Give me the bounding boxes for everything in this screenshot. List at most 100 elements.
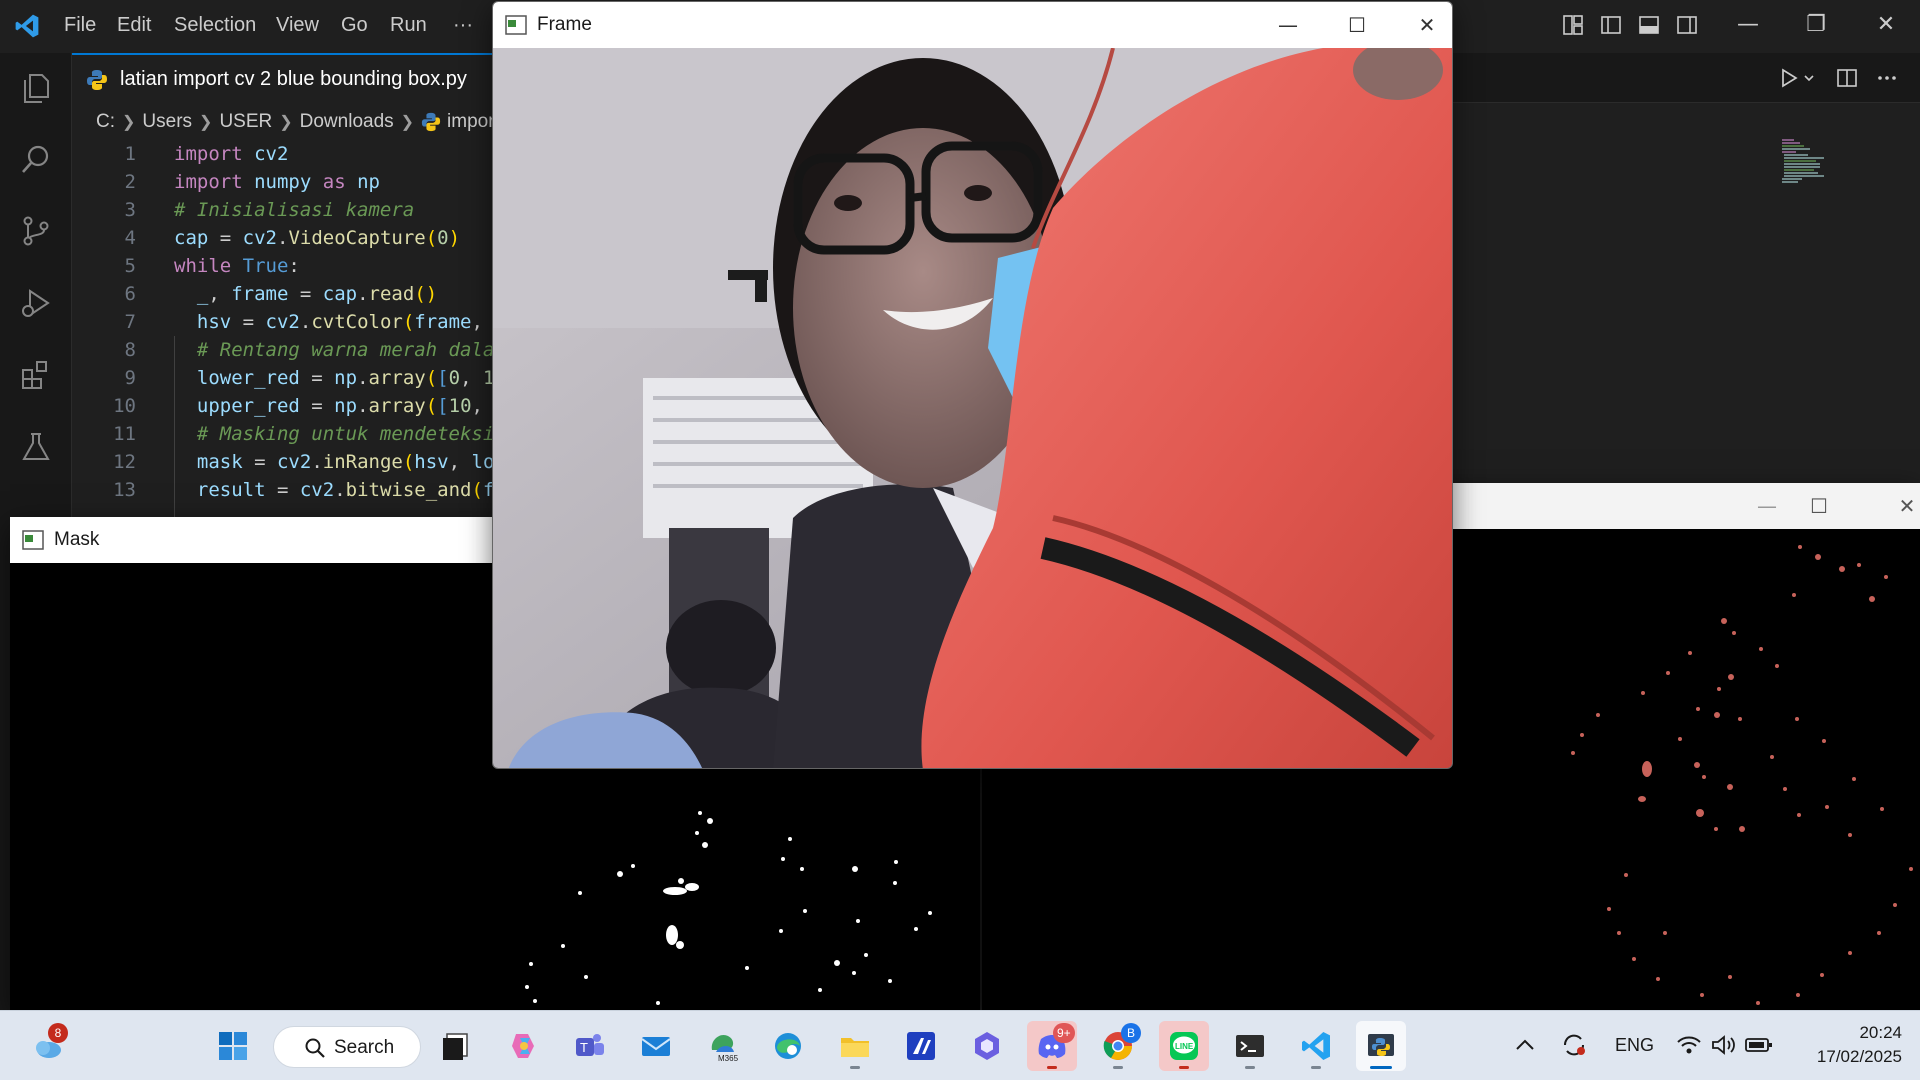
discord-badge: 9+ <box>1053 1023 1075 1043</box>
teams-button[interactable]: T <box>565 1021 615 1071</box>
minimize-icon[interactable]: — <box>1273 10 1303 40</box>
explorer-icon[interactable] <box>18 69 54 105</box>
terminal-icon <box>1236 1035 1264 1057</box>
weather-widget[interactable]: 8 <box>22 1021 72 1071</box>
running-indicator <box>1311 1066 1321 1069</box>
taskbar-search[interactable]: Search <box>273 1026 421 1068</box>
minimize-icon[interactable]: — <box>1752 491 1782 521</box>
mail-button[interactable] <box>631 1021 681 1071</box>
wifi-icon[interactable] <box>1676 1033 1702 1057</box>
vscode-logo-icon <box>15 14 39 38</box>
menu-more[interactable]: ··· <box>453 14 473 37</box>
mail-icon <box>641 1037 671 1056</box>
running-indicator <box>1113 1066 1123 1069</box>
editor-tab[interactable]: latian import cv 2 blue bounding box.py <box>72 53 512 103</box>
run-file-icon[interactable] <box>1778 67 1800 89</box>
chrome-profile-badge: B <box>1121 1023 1141 1043</box>
frame-title-bar[interactable]: Frame — ☐ ✕ <box>493 2 1452 48</box>
window-app-icon <box>22 530 44 550</box>
line-label: LINE <box>1175 1042 1194 1051</box>
copilot-button[interactable] <box>499 1021 549 1071</box>
terminal-button[interactable] <box>1225 1021 1275 1071</box>
file-explorer-icon <box>841 1038 869 1057</box>
line-number: 7 <box>124 311 136 333</box>
extensions-icon[interactable] <box>18 357 54 393</box>
minimize-icon[interactable]: — <box>1733 10 1763 40</box>
menu-run[interactable]: Run <box>390 14 427 37</box>
run-debug-icon[interactable] <box>18 285 54 321</box>
line-number: 13 <box>113 479 136 501</box>
taskbar: 8 Search T M365 9+ B LINE ENG 20:24 17/0… <box>0 1010 1920 1080</box>
svg-text:T: T <box>580 1040 588 1055</box>
line-number: 2 <box>124 171 136 193</box>
menu-selection[interactable]: Selection <box>174 14 256 37</box>
maximize-icon[interactable]: ☐ <box>1804 491 1834 521</box>
close-icon[interactable]: ✕ <box>1892 491 1920 521</box>
breadcrumb-item[interactable]: USER <box>219 111 272 133</box>
breadcrumb-item[interactable]: Downloads <box>300 111 394 133</box>
customize-layout-icon[interactable] <box>1562 14 1584 36</box>
app-icon <box>907 1032 935 1060</box>
line-number: 4 <box>124 227 136 249</box>
window-title: Mask <box>54 529 100 550</box>
m365-icon: M365 <box>711 1034 738 1062</box>
testing-icon[interactable] <box>18 429 54 465</box>
copilot-icon <box>512 1034 534 1058</box>
sync-icon[interactable] <box>1560 1031 1588 1059</box>
menu-edit[interactable]: Edit <box>117 14 151 37</box>
restore-icon[interactable]: ❐ <box>1801 10 1831 40</box>
source-control-icon[interactable] <box>18 213 54 249</box>
search-icon[interactable] <box>18 141 54 177</box>
breadcrumb-item[interactable]: C: <box>96 111 115 133</box>
breadcrumb: C: ❯ Users ❯ USER ❯ Downloads ❯ import <box>96 111 500 139</box>
file-explorer-button[interactable] <box>830 1021 880 1071</box>
maximize-icon[interactable]: ☐ <box>1342 10 1372 40</box>
breadcrumb-item[interactable]: Users <box>142 111 192 133</box>
webcam-frame-image <box>493 48 1452 768</box>
line-number: 6 <box>124 283 136 305</box>
minimap[interactable] <box>1780 137 1840 197</box>
language-indicator[interactable]: ENG <box>1615 1035 1654 1056</box>
frame-window[interactable]: Frame — ☐ ✕ <box>492 1 1453 769</box>
menu-go[interactable]: Go <box>341 14 368 37</box>
toggle-primary-sidebar-icon[interactable] <box>1600 14 1622 36</box>
vscode-button[interactable] <box>1291 1021 1341 1071</box>
battery-icon[interactable] <box>1745 1035 1773 1055</box>
window-title: Frame <box>537 14 592 35</box>
line-button[interactable]: LINE <box>1159 1021 1209 1071</box>
menu-file[interactable]: File <box>64 14 96 37</box>
menu-view[interactable]: View <box>276 14 319 37</box>
chevron-right-icon: ❯ <box>122 114 136 131</box>
running-indicator <box>850 1066 860 1069</box>
app-button[interactable] <box>896 1021 946 1071</box>
start-button[interactable] <box>208 1021 258 1071</box>
close-icon[interactable]: ✕ <box>1871 10 1901 40</box>
chevron-up-icon[interactable] <box>1514 1037 1536 1053</box>
clock-date: 17/02/2025 <box>1816 1047 1902 1066</box>
line-number: 10 <box>113 395 136 417</box>
edge-button[interactable] <box>763 1021 813 1071</box>
line-number: 1 <box>124 143 136 165</box>
more-actions-icon[interactable] <box>1876 67 1898 89</box>
split-editor-icon[interactable] <box>1836 67 1858 89</box>
toggle-panel-icon[interactable] <box>1638 14 1660 36</box>
m365-label: M365 <box>718 1054 738 1062</box>
clock[interactable]: 20:24 17/02/2025 <box>1790 1021 1902 1069</box>
run-dropdown-icon[interactable] <box>1802 67 1816 89</box>
tab-title: latian import cv 2 blue bounding box.py <box>120 68 467 90</box>
chrome-button[interactable]: B <box>1093 1021 1143 1071</box>
running-indicator <box>1245 1066 1255 1069</box>
copilot-app-button[interactable] <box>962 1021 1012 1071</box>
volume-icon[interactable] <box>1710 1033 1736 1057</box>
close-icon[interactable]: ✕ <box>1412 10 1442 40</box>
clock-time: 20:24 <box>1859 1023 1902 1042</box>
discord-button[interactable]: 9+ <box>1027 1021 1077 1071</box>
search-icon <box>305 1038 325 1058</box>
toggle-secondary-sidebar-icon[interactable] <box>1676 14 1698 36</box>
task-view-icon <box>443 1033 468 1060</box>
m365-button[interactable]: M365 <box>697 1021 747 1071</box>
task-view-button[interactable] <box>432 1021 482 1071</box>
python-icon <box>1368 1034 1394 1056</box>
notification-badge: 8 <box>48 1023 68 1043</box>
python-button[interactable] <box>1356 1021 1406 1071</box>
